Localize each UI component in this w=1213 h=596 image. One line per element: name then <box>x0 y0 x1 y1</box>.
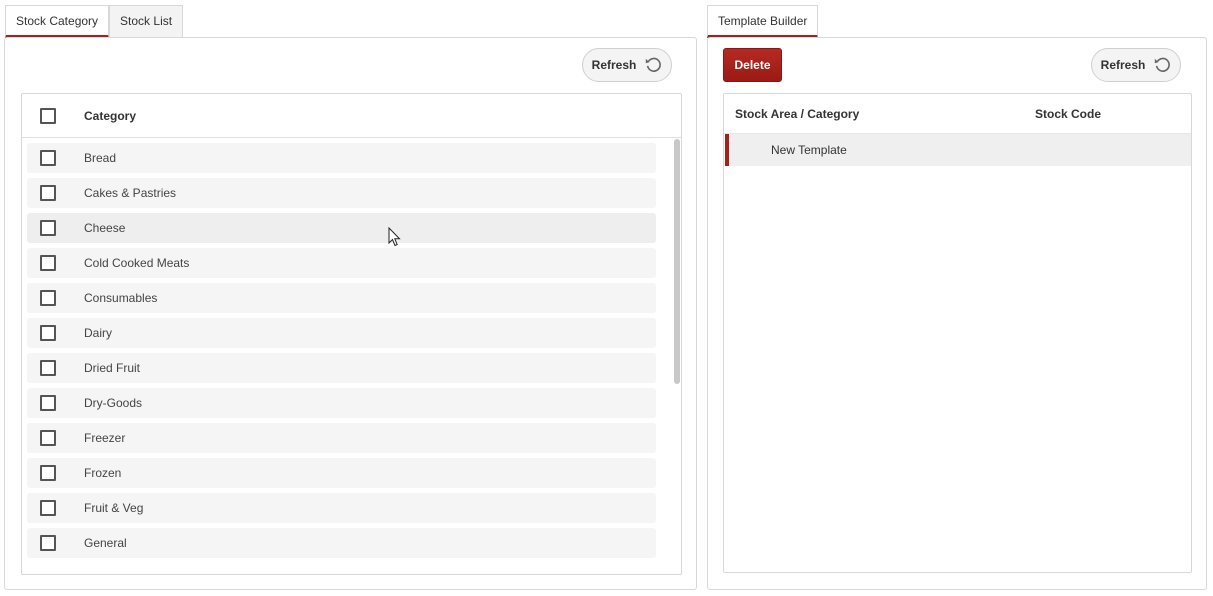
tab-stock-category[interactable]: Stock Category <box>5 5 110 38</box>
stock-code-column-header[interactable]: Stock Code <box>1035 107 1101 121</box>
row-checkbox[interactable] <box>40 430 56 446</box>
category-column-header[interactable]: Category <box>84 109 136 123</box>
row-checkbox[interactable] <box>40 535 56 551</box>
row-checkbox[interactable] <box>40 150 56 166</box>
list-item[interactable]: Cheese <box>27 213 656 243</box>
list-item[interactable]: Dried Fruit <box>27 353 656 383</box>
category-label: Cakes & Pastries <box>84 186 177 200</box>
list-item[interactable]: Frozen <box>27 458 656 488</box>
delete-button[interactable]: Delete <box>723 48 782 82</box>
category-label: Cheese <box>84 221 126 235</box>
left-tabbar: Stock Category Stock List <box>5 5 184 38</box>
row-checkbox[interactable] <box>40 255 56 271</box>
list-item[interactable]: Bread <box>27 143 656 173</box>
template-row[interactable]: New Template <box>725 134 1191 166</box>
stock-area-column-header[interactable]: Stock Area / Category <box>735 107 859 121</box>
category-label: General <box>84 536 127 550</box>
row-checkbox[interactable] <box>40 465 56 481</box>
row-checkbox[interactable] <box>40 500 56 516</box>
list-item[interactable]: Cold Cooked Meats <box>27 248 656 278</box>
tab-stock-list[interactable]: Stock List <box>109 5 184 38</box>
row-checkbox[interactable] <box>40 325 56 341</box>
list-item[interactable]: Dry-Goods <box>27 388 656 418</box>
refresh-icon <box>1155 57 1171 72</box>
category-label: Dairy <box>84 326 113 340</box>
list-item[interactable]: General <box>27 528 656 558</box>
refresh-button-right[interactable]: Refresh <box>1091 48 1181 82</box>
right-tabbar: Template Builder <box>707 5 819 38</box>
row-checkbox[interactable] <box>40 395 56 411</box>
refresh-icon <box>646 57 662 72</box>
list-item[interactable]: Dairy <box>27 318 656 348</box>
list-item[interactable]: Fruit & Veg <box>27 493 656 523</box>
row-checkbox[interactable] <box>40 220 56 236</box>
template-row-label: New Template <box>771 143 847 157</box>
tab-template-builder[interactable]: Template Builder <box>707 5 819 38</box>
category-list: Bread Cakes & Pastries Cheese Cold Cooked M… <box>27 143 656 563</box>
template-grid-header: Stock Area / Category Stock Code <box>724 94 1191 134</box>
category-label: Bread <box>84 151 117 165</box>
list-item[interactable]: Cakes & Pastries <box>27 178 656 208</box>
category-label: Dried Fruit <box>84 361 141 375</box>
template-grid: Stock Area / Category Stock Code New Tem… <box>723 93 1192 573</box>
row-checkbox[interactable] <box>40 360 56 376</box>
category-grid: Category Bread Cakes & Pastries Cheese Cold… <box>21 93 682 575</box>
template-builder-panel: Delete Refresh Stock Area / Category Sto… <box>707 37 1207 590</box>
vertical-scrollbar[interactable] <box>674 139 680 384</box>
category-label: Cold Cooked Meats <box>84 256 190 270</box>
category-label: Frozen <box>84 466 122 480</box>
refresh-button[interactable]: Refresh <box>582 48 672 82</box>
select-all-checkbox[interactable] <box>40 107 56 124</box>
refresh-label: Refresh <box>1100 58 1146 72</box>
category-label: Fruit & Veg <box>84 501 144 515</box>
grid-header: Category <box>22 94 681 138</box>
category-label: Consumables <box>84 291 158 305</box>
category-label: Freezer <box>84 431 126 445</box>
category-label: Dry-Goods <box>84 396 143 410</box>
row-checkbox[interactable] <box>40 185 56 201</box>
refresh-label: Refresh <box>591 58 637 72</box>
list-item[interactable]: Consumables <box>27 283 656 313</box>
list-item[interactable]: Freezer <box>27 423 656 453</box>
stock-category-panel: Refresh Category Bread Cakes & Pastries Ch… <box>4 37 697 590</box>
mouse-pointer-icon <box>388 227 401 247</box>
row-checkbox[interactable] <box>40 290 56 306</box>
